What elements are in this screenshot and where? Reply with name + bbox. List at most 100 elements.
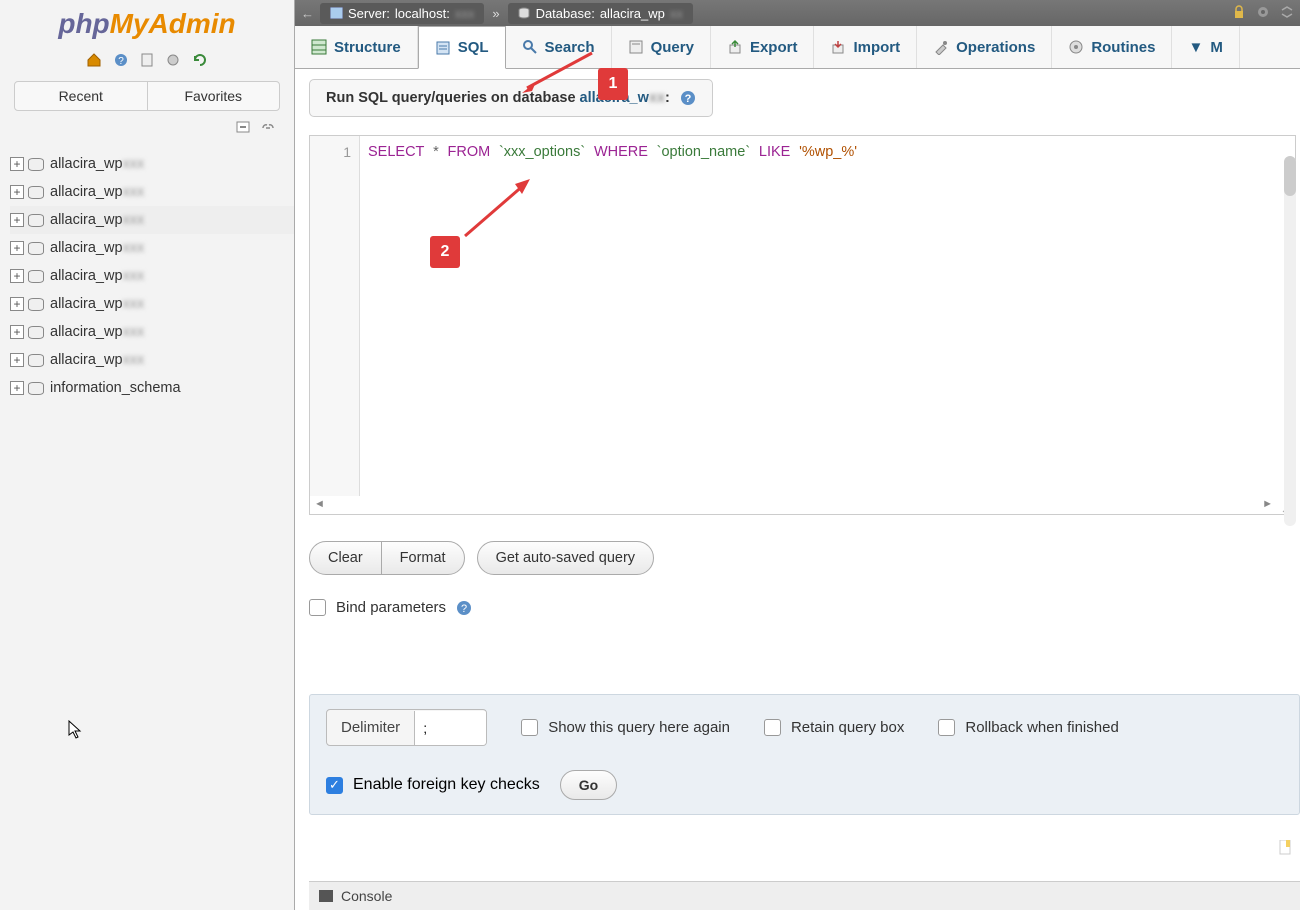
annotation-1: 1 xyxy=(598,68,628,100)
tab-operations[interactable]: Operations xyxy=(917,26,1052,68)
database-icon xyxy=(28,297,44,311)
database-icon xyxy=(28,381,44,395)
routines-icon xyxy=(1068,39,1084,55)
expand-icon[interactable]: + xyxy=(10,297,24,311)
show-again-label: Show this query here again xyxy=(548,719,730,736)
expand-icon[interactable]: + xyxy=(10,269,24,283)
annotation-arrow-1 xyxy=(522,45,602,93)
bind-parameters-row: Bind parameters ? xyxy=(309,599,1296,616)
link-icon[interactable] xyxy=(260,121,276,135)
tab-structure[interactable]: Structure xyxy=(295,26,418,68)
tab-import[interactable]: Import xyxy=(814,26,917,68)
format-button[interactable]: Format xyxy=(382,542,464,574)
tree-item[interactable]: +allacira_wpxxx xyxy=(10,206,294,234)
tab-query[interactable]: Query xyxy=(612,26,711,68)
console-label: Console xyxy=(341,888,392,904)
database-icon xyxy=(518,7,531,19)
database-tree: +allacira_wpxxx +allacira_wpxxx +allacir… xyxy=(0,146,294,402)
query-icon xyxy=(628,39,644,55)
tree-item[interactable]: +allacira_wpxxx xyxy=(10,346,294,374)
show-again-checkbox[interactable] xyxy=(521,719,538,736)
operations-icon xyxy=(933,39,949,55)
tree-item[interactable]: +information_schema xyxy=(10,374,294,402)
content: Run SQL query/queries on database allaci… xyxy=(295,69,1300,616)
sidebar-tabs: Recent Favorites xyxy=(14,81,280,111)
settings-icon[interactable] xyxy=(165,52,181,68)
home-icon[interactable] xyxy=(86,52,102,68)
main: ← Server: localhost: xxx » Database: all… xyxy=(295,0,1300,910)
logout-icon[interactable]: ? xyxy=(113,52,129,68)
tree-item[interactable]: +allacira_wpxxx xyxy=(10,234,294,262)
console-icon xyxy=(319,890,333,902)
scroll-thumb[interactable] xyxy=(1284,156,1296,196)
collapse-all-icon[interactable] xyxy=(236,121,252,135)
panel-heading: Run SQL query/queries on database allaci… xyxy=(309,79,713,117)
annotation-arrow-2 xyxy=(460,176,535,241)
mouse-cursor xyxy=(68,720,84,740)
docs-icon[interactable] xyxy=(139,52,155,68)
clear-button[interactable]: Clear xyxy=(310,542,382,574)
breadcrumb-bar: ← Server: localhost: xxx » Database: all… xyxy=(295,0,1300,26)
logo[interactable]: phpMyAdmin xyxy=(0,0,294,45)
bookmark-icon[interactable] xyxy=(1278,840,1292,856)
tab-export[interactable]: Export xyxy=(711,26,815,68)
expand-icon[interactable]: + xyxy=(10,381,24,395)
help-icon[interactable]: ? xyxy=(680,90,696,106)
database-icon xyxy=(28,185,44,199)
expand-icon[interactable]: + xyxy=(10,325,24,339)
back-icon[interactable]: ← xyxy=(301,6,314,21)
database-icon xyxy=(28,241,44,255)
editor-code[interactable]: SELECT * FROM `xxx_options` WHERE `optio… xyxy=(310,136,1295,160)
sql-icon xyxy=(435,40,451,56)
editor-horizontal-scroll[interactable]: ◄► xyxy=(310,498,1277,514)
retain-checkbox[interactable] xyxy=(764,719,781,736)
retain-row: Retain query box xyxy=(764,719,904,736)
database-icon xyxy=(28,157,44,171)
editor-vertical-scroll[interactable] xyxy=(1284,156,1296,526)
tab-recent[interactable]: Recent xyxy=(15,82,148,110)
collapse-icon[interactable] xyxy=(1280,5,1294,22)
retain-label: Retain query box xyxy=(791,719,904,736)
delimiter-label: Delimiter xyxy=(327,710,414,745)
sidebar-icon-row: ? xyxy=(0,45,294,75)
gear-icon[interactable] xyxy=(1256,5,1270,22)
expand-icon[interactable]: + xyxy=(10,185,24,199)
breadcrumb-database[interactable]: Database: allacira_wp xx xyxy=(508,3,693,24)
rollback-row: Rollback when finished xyxy=(938,719,1118,736)
lock-icon[interactable] xyxy=(1232,5,1246,22)
tree-item[interactable]: +allacira_wpxxx xyxy=(10,150,294,178)
delimiter-input[interactable] xyxy=(414,711,486,745)
tree-item[interactable]: +allacira_wpxxx xyxy=(10,262,294,290)
rollback-checkbox[interactable] xyxy=(938,719,955,736)
annotation-2: 2 xyxy=(430,236,460,268)
footer-row-1: Delimiter Show this query here again Ret… xyxy=(326,709,1283,746)
go-button[interactable]: Go xyxy=(560,770,617,800)
breadcrumb-server[interactable]: Server: localhost: xxx xyxy=(320,3,484,24)
delimiter-group: Delimiter xyxy=(326,709,487,746)
expand-icon[interactable]: + xyxy=(10,157,24,171)
editor-button-row: Clear Format Get auto-saved query xyxy=(309,541,1296,575)
help-icon[interactable]: ? xyxy=(456,600,472,616)
expand-icon[interactable]: + xyxy=(10,353,24,367)
tree-item[interactable]: +allacira_wpxxx xyxy=(10,178,294,206)
reload-icon[interactable] xyxy=(192,52,208,68)
show-again-row: Show this query here again xyxy=(521,719,730,736)
expand-icon[interactable]: + xyxy=(10,241,24,255)
foreign-keys-checkbox[interactable] xyxy=(326,777,343,794)
tree-item[interactable]: +allacira_wpxxx xyxy=(10,318,294,346)
tab-more[interactable]: ▼M xyxy=(1172,26,1239,68)
console-bar[interactable]: Console xyxy=(309,881,1300,910)
database-icon xyxy=(28,353,44,367)
tab-favorites[interactable]: Favorites xyxy=(148,82,280,110)
tab-routines[interactable]: Routines xyxy=(1052,26,1172,68)
bind-parameters-checkbox[interactable] xyxy=(309,599,326,616)
expand-icon[interactable]: + xyxy=(10,213,24,227)
sql-editor[interactable]: 1 SELECT * FROM `xxx_options` WHERE `opt… xyxy=(309,135,1296,515)
import-icon xyxy=(830,39,846,55)
structure-icon xyxy=(311,39,327,55)
main-tabs: Structure SQL Search Query Export Import… xyxy=(295,26,1300,69)
tree-item[interactable]: +allacira_wpxxx xyxy=(10,290,294,318)
auto-saved-button[interactable]: Get auto-saved query xyxy=(477,541,654,575)
tab-sql[interactable]: SQL xyxy=(418,26,506,69)
chevron-down-icon: ▼ xyxy=(1188,39,1203,56)
